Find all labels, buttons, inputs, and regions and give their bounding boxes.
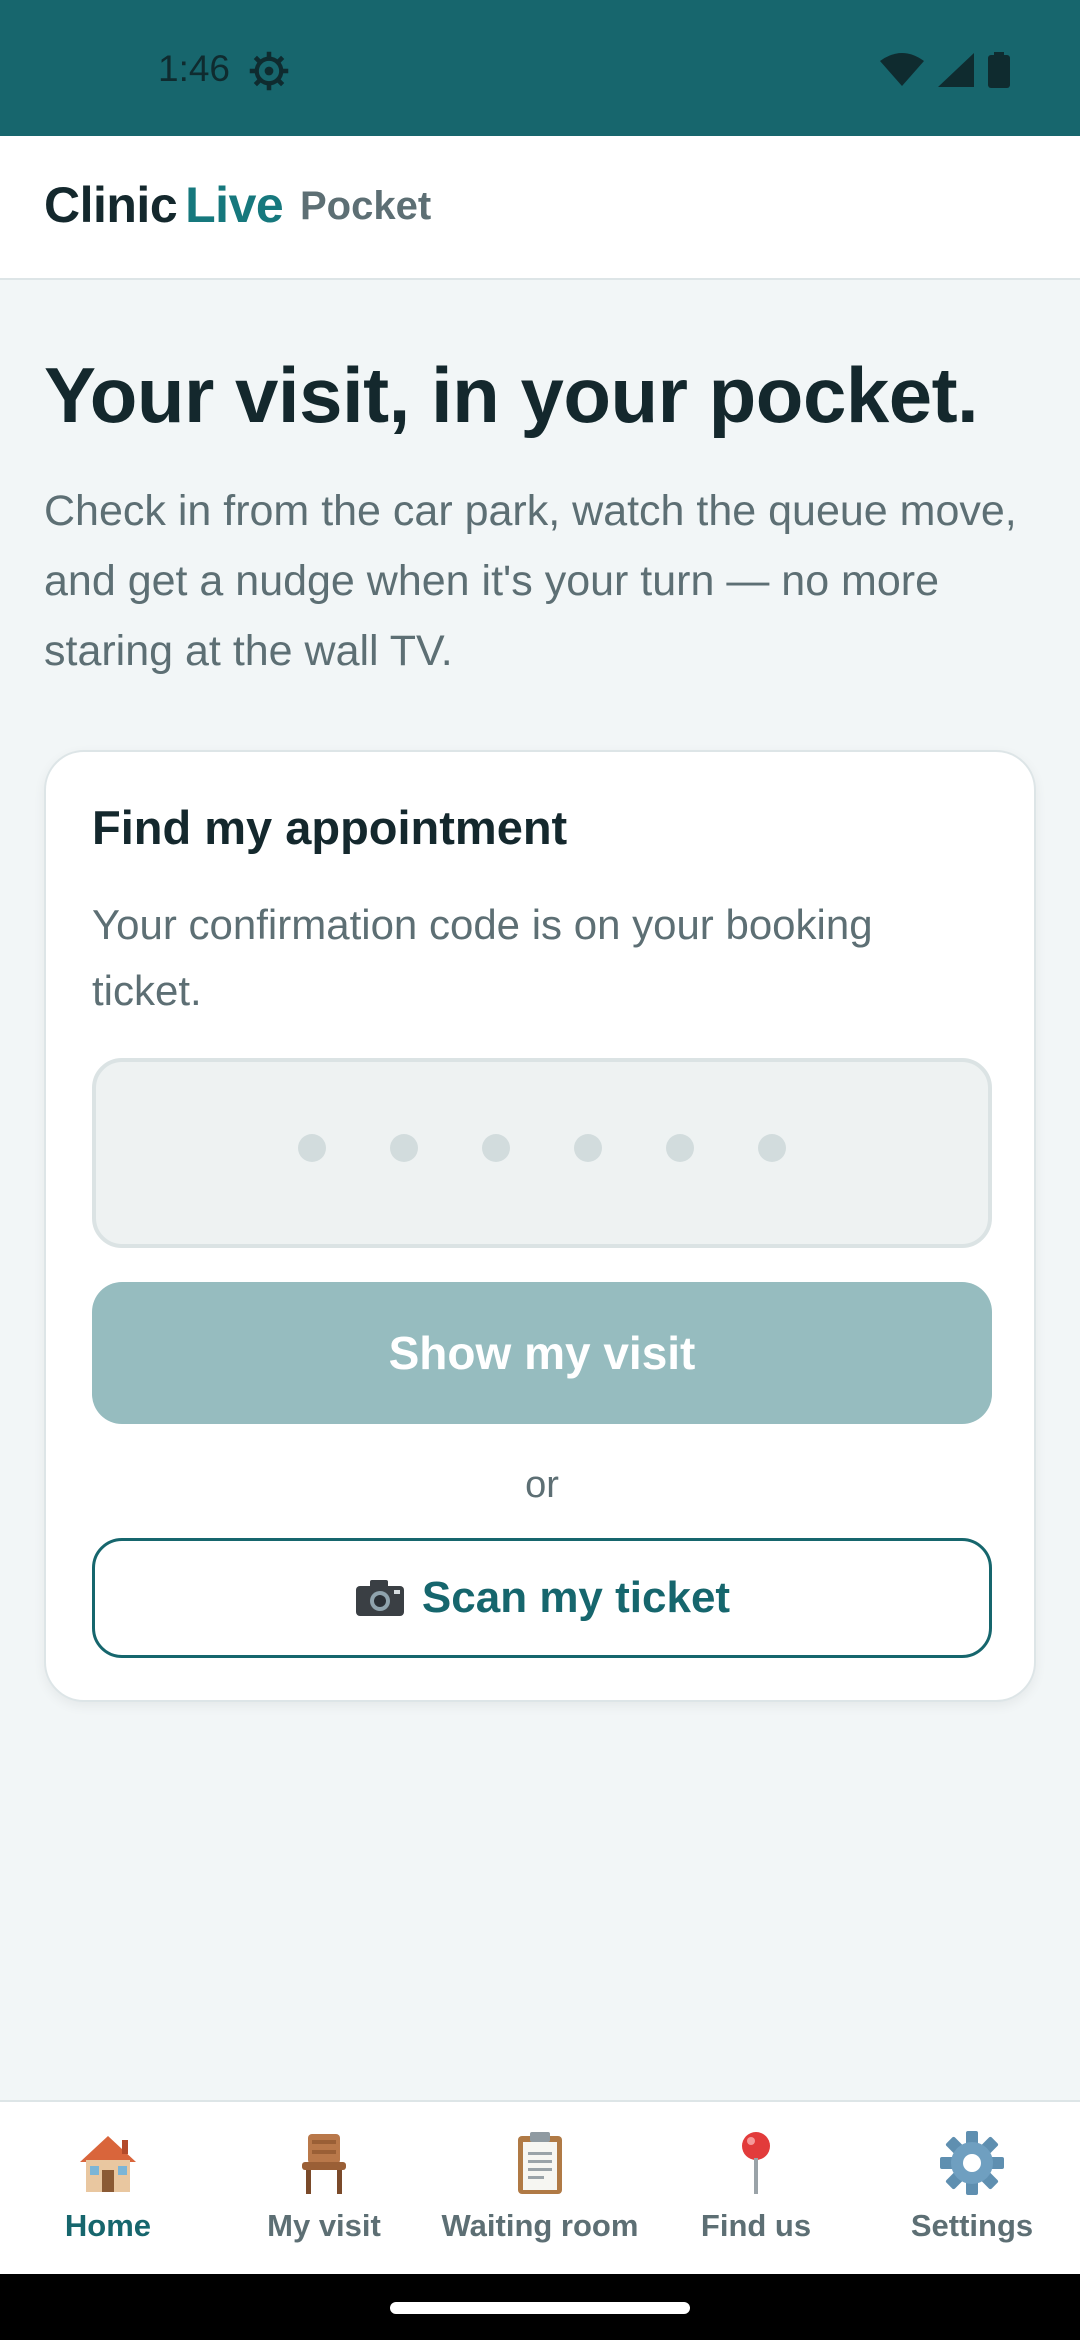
status-time: 1:46: [158, 48, 231, 89]
hero-description: Check in from the car park, watch the qu…: [44, 487, 1017, 675]
card-title: Find my appointment: [92, 801, 568, 854]
gear-icon: [940, 2131, 1004, 2195]
camera-icon: [355, 1580, 404, 1616]
nav-item-waiting-room[interactable]: Waiting room: [432, 2102, 648, 2274]
status-bar: 1:46: [0, 0, 1080, 136]
wifi-icon: [880, 53, 924, 86]
code-dot: [482, 1134, 510, 1162]
nav-item-my-visit[interactable]: My visit: [216, 2102, 432, 2274]
code-dot: [298, 1134, 326, 1162]
nav-label: Settings: [910, 2208, 1034, 2243]
nav-label: Home: [64, 2208, 152, 2243]
hero-title: Your visit, in your pocket.: [44, 351, 979, 439]
house-icon: [80, 2136, 136, 2192]
signal-icon: [938, 53, 974, 87]
settings-status-icon: [249, 51, 289, 91]
show-my-visit-button[interactable]: Show my visit: [92, 1282, 992, 1424]
scan-ticket-button[interactable]: Scan my ticket: [92, 1538, 992, 1658]
confirmation-code-input[interactable]: [92, 1058, 992, 1248]
or-divider: or: [525, 1464, 559, 1506]
bottom-nav: Home My visit Waiting room Find us Setti…: [0, 2100, 1080, 2274]
code-dot: [666, 1134, 694, 1162]
nav-item-home[interactable]: Home: [0, 2102, 216, 2274]
map-pin-icon: [742, 2132, 770, 2194]
nav-label: Find us: [700, 2208, 812, 2243]
nav-label: My visit: [267, 2208, 381, 2243]
code-dot: [390, 1134, 418, 1162]
brand-second: Live: [185, 177, 284, 233]
brand-first: Clinic: [44, 177, 178, 233]
chair-icon: [302, 2134, 346, 2194]
nav-label: Waiting room: [441, 2208, 639, 2243]
card-hint: Your confirmation code is on your bookin…: [92, 901, 873, 1014]
code-dot: [574, 1134, 602, 1162]
nav-item-find-us[interactable]: Find us: [648, 2102, 864, 2274]
brand-subtitle: Pocket: [300, 184, 432, 228]
battery-icon: [988, 52, 1010, 88]
nav-item-settings[interactable]: Settings: [864, 2102, 1080, 2274]
brand-logo: Clinic Live: [44, 176, 284, 234]
status-icons: [880, 52, 1010, 88]
scan-ticket-label: Scan my ticket: [421, 1573, 731, 1622]
clipboard-icon: [518, 2132, 562, 2194]
home-gesture-handle[interactable]: [390, 2302, 690, 2314]
find-appointment-card: Find my appointment Your confirmation co…: [44, 750, 1036, 1702]
gesture-bar: [0, 2274, 1080, 2340]
code-dot: [758, 1134, 786, 1162]
code-dots: [96, 1134, 988, 1174]
